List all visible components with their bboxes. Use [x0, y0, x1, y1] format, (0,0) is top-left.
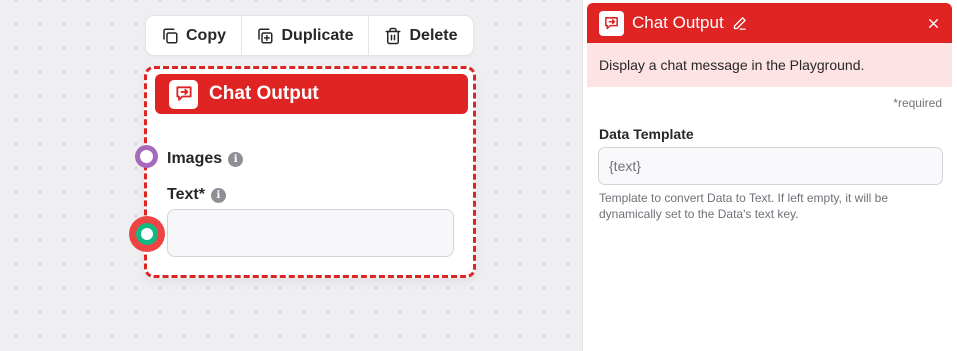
panel-title: Chat Output: [632, 13, 724, 32]
chat-output-node[interactable]: Chat Output Images i Text* i: [144, 66, 476, 278]
text-field-label: Text* i: [167, 186, 226, 204]
close-icon[interactable]: [927, 17, 940, 30]
required-note: *required: [893, 96, 942, 110]
copy-icon: [163, 28, 178, 43]
data-template-help: Template to convert Data to Text. If lef…: [599, 191, 889, 221]
images-label: Images: [167, 150, 223, 167]
info-icon[interactable]: i: [210, 187, 226, 203]
copy-button[interactable]: Copy: [146, 16, 242, 55]
info-icon[interactable]: i: [228, 151, 244, 167]
duplicate-label: Duplicate: [281, 26, 354, 44]
copy-label: Copy: [186, 26, 226, 44]
node-toolbar: Copy Duplicate Delete: [145, 15, 474, 56]
node-title: Chat Output: [209, 83, 319, 104]
panel-description: Display a chat message in the Playground…: [587, 43, 952, 87]
delete-button[interactable]: Delete: [369, 16, 473, 55]
panel-header: Chat Output: [587, 3, 952, 43]
node-header[interactable]: Chat Output: [155, 74, 468, 114]
images-input-handle[interactable]: [135, 145, 158, 168]
text-input-handle[interactable]: [129, 216, 165, 252]
text-label: Text*: [167, 186, 205, 203]
delete-label: Delete: [409, 26, 458, 44]
chat-output-icon: [169, 79, 198, 109]
duplicate-button[interactable]: Duplicate: [242, 16, 369, 55]
data-template-input[interactable]: [598, 147, 943, 185]
duplicate-icon: [258, 28, 273, 43]
text-input[interactable]: [167, 209, 454, 257]
images-field-label: Images i: [167, 150, 244, 168]
pencil-icon[interactable]: [732, 16, 747, 31]
component-panel: Chat Output Display a chat message in th…: [582, 0, 957, 351]
data-template-label: Data Template: [599, 126, 694, 142]
trash-icon: [385, 27, 401, 44]
chat-output-icon: [599, 10, 624, 36]
